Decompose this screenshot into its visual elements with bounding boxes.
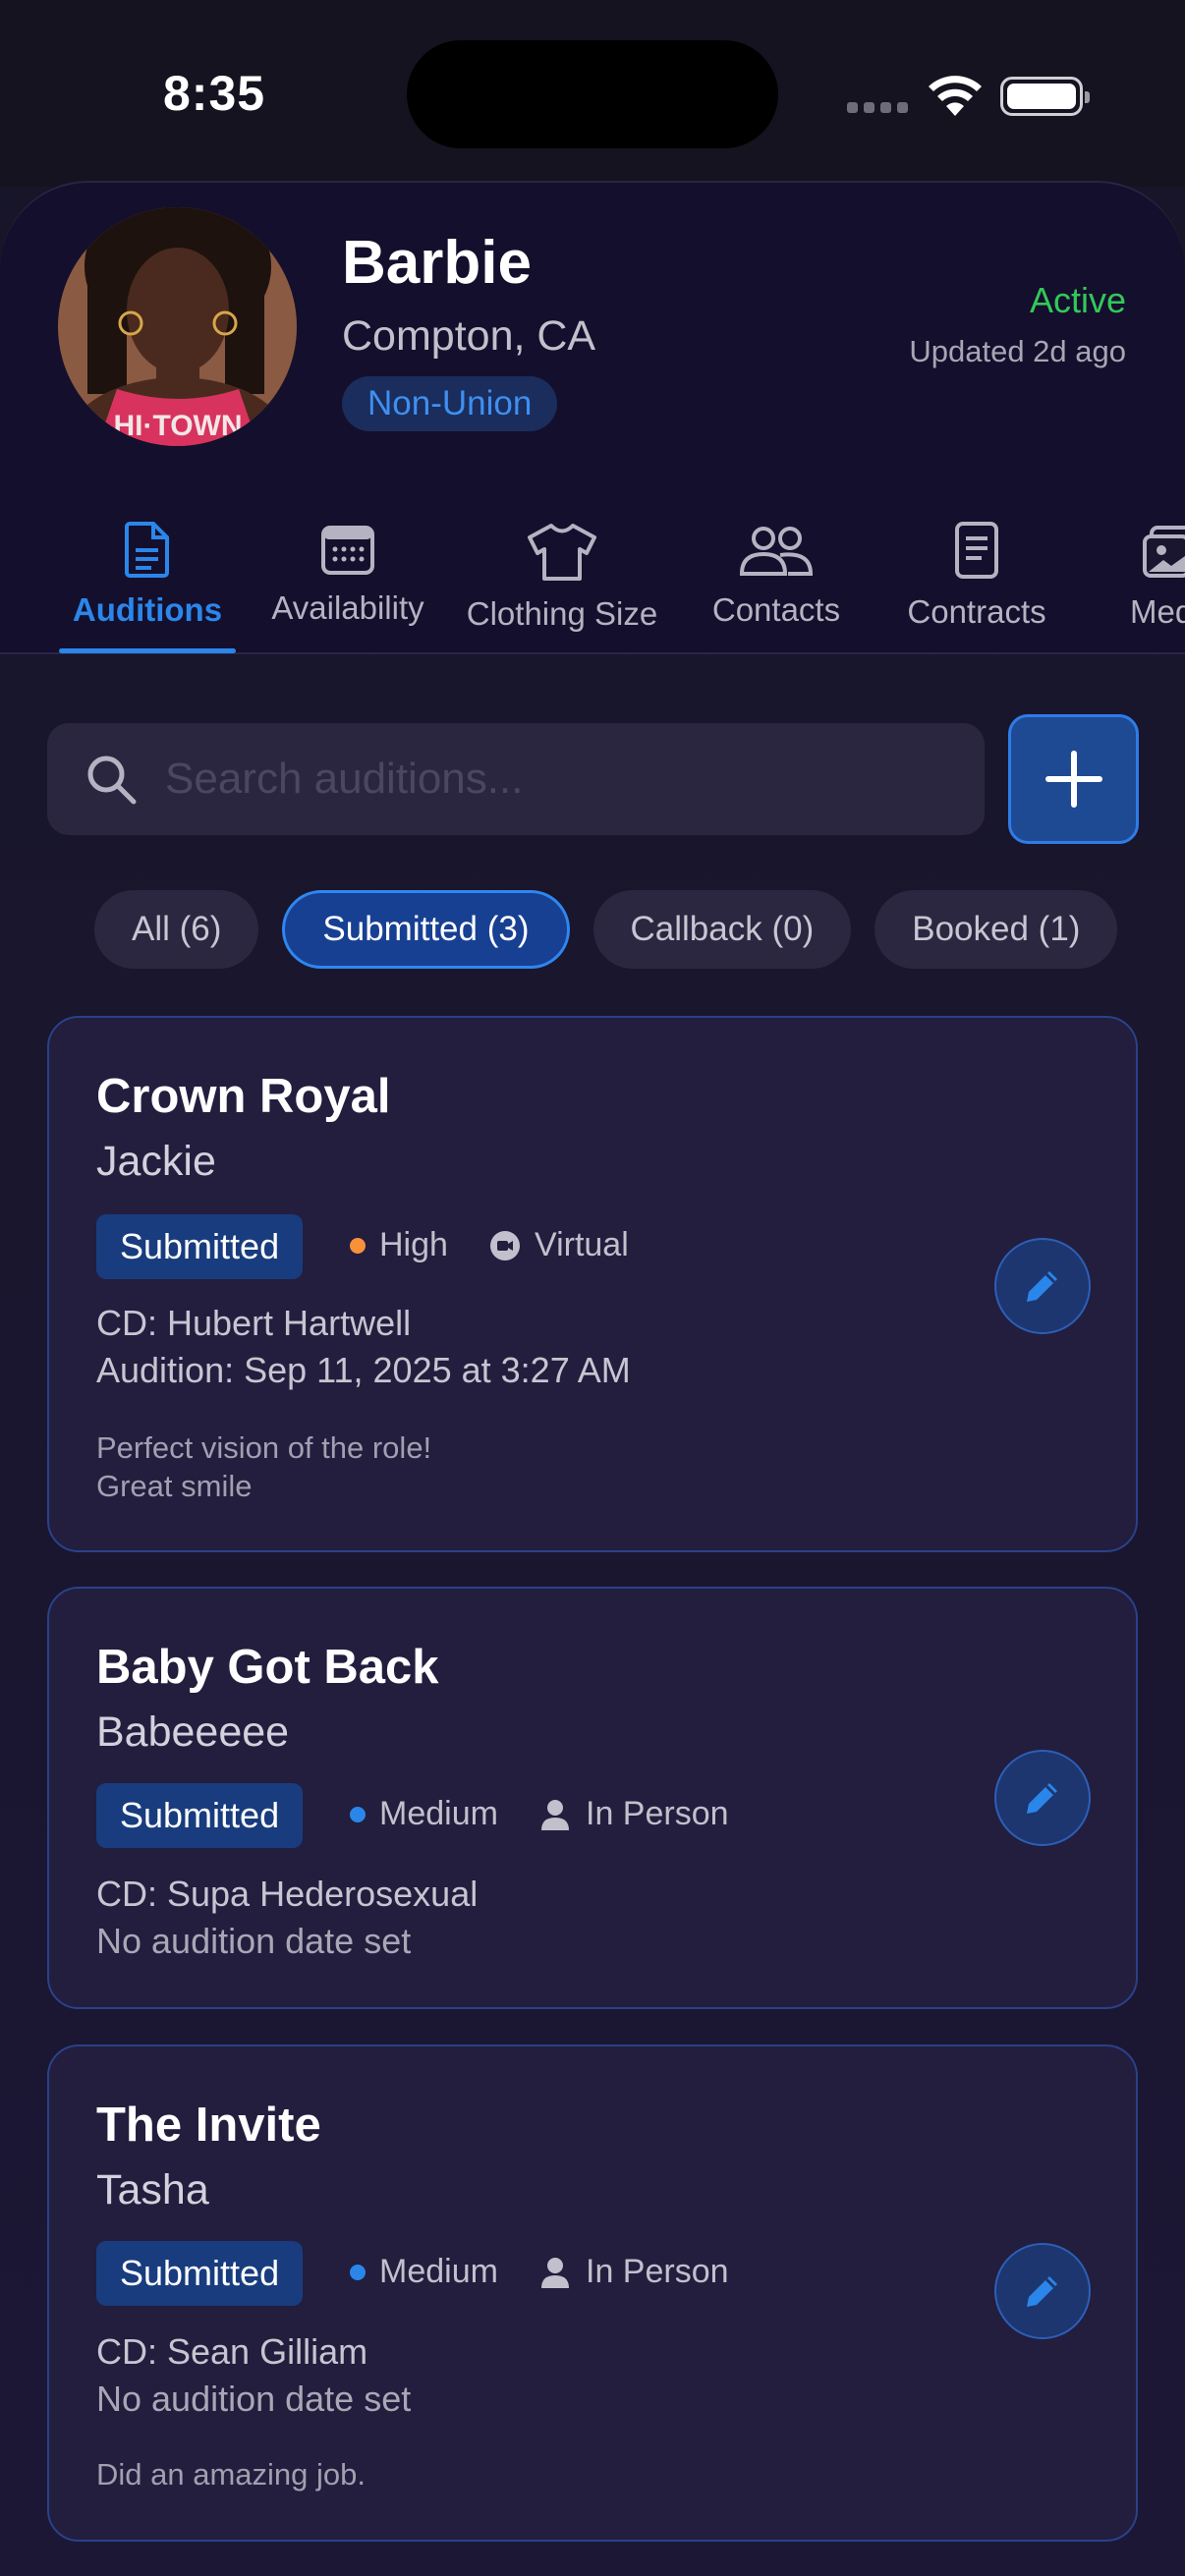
profile-location: Compton, CA [342, 312, 596, 360]
tab-contracts[interactable]: Contracts [888, 521, 1065, 664]
priority-label: Medium [379, 2253, 498, 2290]
photo-icon [1143, 526, 1185, 578]
edit-button[interactable] [994, 2243, 1091, 2339]
pencil-icon [1027, 1271, 1057, 1302]
auditions-screen: 8:35 HI·TOWN Barbie Compton, CA Non-Unio… [0, 0, 1185, 2576]
tab-clothing-size[interactable]: Clothing Size [458, 523, 666, 666]
calendar-icon [321, 526, 374, 575]
cellular-signal-icon [847, 102, 908, 113]
profile-updated: Updated 2d ago [909, 334, 1126, 368]
priority-dot [350, 1806, 366, 1822]
filter-callback[interactable]: Callback (0) [592, 890, 852, 969]
priority-indicator: Medium [350, 2253, 498, 2291]
priority-dot [350, 2264, 366, 2280]
contract-icon [955, 522, 998, 579]
location-type-label: Virtual [535, 1226, 629, 1263]
pencil-icon [1027, 2276, 1057, 2307]
audition-notes: Great smile [96, 1469, 253, 1503]
person-icon [541, 1799, 569, 1830]
audition-role: Jackie [96, 1138, 216, 1185]
status-badge: Submitted [96, 1214, 304, 1279]
priority-indicator: High [350, 1226, 448, 1264]
status-badge: Submitted [96, 2241, 304, 2306]
audition-date: No audition date set [96, 1921, 412, 1961]
tab-label: Contacts [711, 591, 841, 628]
search-icon [87, 756, 137, 805]
audition-card[interactable]: Baby Got Back Babeeeee Submitted Medium … [47, 1587, 1138, 2009]
casting-director: CD: Hubert Hartwell [96, 1303, 412, 1343]
pencil-icon [1027, 1783, 1057, 1814]
casting-director: CD: Supa Hederosexual [96, 1874, 479, 1914]
audition-role: Tasha [96, 2166, 209, 2213]
tab-auditions[interactable]: Auditions [59, 521, 236, 664]
add-audition-button[interactable] [1008, 714, 1139, 844]
tab-label: Media [1130, 593, 1185, 630]
location-type-label: In Person [586, 1795, 729, 1832]
tab-availability[interactable]: Availability [257, 525, 438, 668]
search-input[interactable] [165, 755, 985, 804]
tab-media[interactable]: Media [1130, 525, 1185, 668]
union-status-badge: Non-Union [342, 376, 558, 431]
filter-booked[interactable]: Booked (1) [875, 890, 1118, 969]
location-type: In Person [540, 2253, 729, 2291]
status-badge: Submitted [96, 1783, 304, 1848]
priority-indicator: Medium [350, 1795, 498, 1833]
shirt-icon [528, 524, 596, 581]
section-tabs: Auditions Availability Clothing Size Con… [0, 511, 1185, 654]
video-camera-icon [490, 1230, 520, 1260]
audition-notes: Did an amazing job. [96, 2457, 366, 2492]
casting-director: CD: Sean Gilliam [96, 2331, 368, 2372]
avatar-photo: HI·TOWN [58, 207, 297, 446]
active-tab-indicator [59, 648, 236, 653]
status-time: 8:35 [163, 66, 266, 121]
location-type: In Person [540, 1795, 729, 1833]
edit-button[interactable] [994, 1238, 1091, 1334]
search-bar [47, 723, 985, 835]
priority-label: Medium [379, 1795, 498, 1832]
location-type-label: In Person [586, 2253, 729, 2290]
audition-card[interactable]: The Invite Tasha Submitted Medium In Per… [47, 2044, 1138, 2542]
tab-label: Auditions [72, 591, 223, 628]
wifi-icon [929, 76, 982, 116]
audition-title: The Invite [96, 2099, 321, 2152]
filter-submitted[interactable]: Submitted (3) [282, 890, 570, 969]
priority-label: High [379, 1226, 448, 1263]
priority-dot [350, 1237, 366, 1254]
tab-label: Availability [271, 589, 424, 626]
status-filters: All (6) Submitted (3) Callback (0) Booke… [94, 890, 1138, 971]
audition-notes: Perfect vision of the role! [96, 1430, 432, 1465]
audition-card[interactable]: Crown Royal Jackie Submitted High Virtua… [47, 1016, 1138, 1552]
audition-title: Crown Royal [96, 1070, 391, 1123]
profile-status: Active [1029, 280, 1126, 320]
avatar[interactable]: HI·TOWN [58, 207, 297, 446]
dynamic-island [407, 40, 778, 148]
people-icon [739, 527, 814, 576]
audition-date: Audition: Sep 11, 2025 at 3:27 AM [96, 1350, 631, 1390]
plus-icon [1044, 751, 1102, 808]
location-type: Virtual [489, 1226, 629, 1264]
document-icon [125, 522, 169, 578]
profile-name: Barbie [342, 229, 532, 297]
audition-date: No audition date set [96, 2379, 412, 2419]
status-bar: 8:35 [0, 0, 1185, 187]
audition-role: Babeeeee [96, 1708, 290, 1756]
tab-contacts[interactable]: Contacts [688, 525, 865, 668]
tab-label: Contracts [907, 593, 1046, 630]
filter-all[interactable]: All (6) [94, 890, 259, 969]
edit-button[interactable] [994, 1750, 1091, 1846]
battery-icon [1000, 77, 1090, 116]
tab-label: Clothing Size [466, 595, 658, 632]
audition-title: Baby Got Back [96, 1641, 439, 1694]
person-icon [541, 2257, 569, 2288]
